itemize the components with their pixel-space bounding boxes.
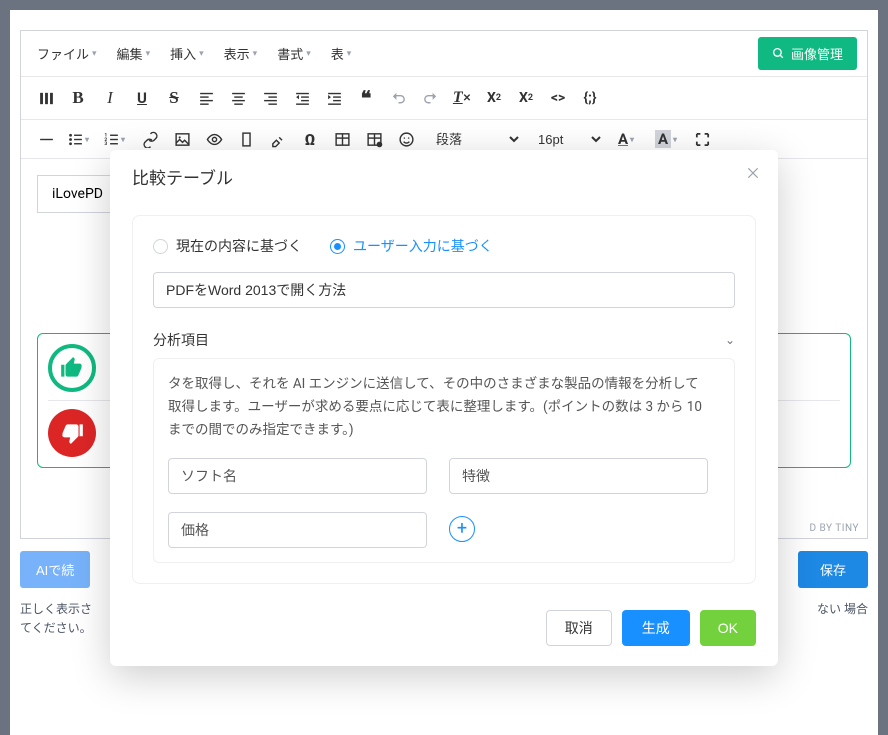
fontsize-select[interactable]: 16pt	[525, 126, 605, 153]
toolbar-row-1: B I U S ❝ T✕ X2 X2 <> {;}	[21, 77, 867, 120]
menu-view[interactable]: 表示▾	[218, 40, 264, 67]
thumbs-down-button[interactable]	[48, 409, 96, 457]
menu-insert[interactable]: 挿入▾	[164, 40, 210, 67]
strikethrough-button[interactable]: S	[159, 83, 189, 113]
superscript-button[interactable]: X2	[511, 83, 541, 113]
bold-button[interactable]: B	[63, 83, 93, 113]
chevron-down-icon: ⌄	[725, 333, 735, 347]
menu-format[interactable]: 書式▾	[271, 40, 317, 67]
menu-edit[interactable]: 編集▾	[111, 40, 157, 67]
align-left-button[interactable]	[191, 83, 221, 113]
ai-continue-button[interactable]: AIで続	[20, 551, 90, 588]
field-input-2[interactable]	[449, 458, 708, 494]
modal-header: 比較テーブル	[110, 150, 778, 203]
blockquote-button[interactable]: ❝	[351, 83, 381, 113]
subscript-button[interactable]: X2	[479, 83, 509, 113]
modal-footer: 取消 生成 OK	[110, 596, 778, 666]
save-button[interactable]: 保存	[798, 551, 868, 588]
align-center-button[interactable]	[223, 83, 253, 113]
analysis-section-header[interactable]: 分析項目 ⌄	[153, 330, 735, 350]
italic-button[interactable]: I	[95, 83, 125, 113]
cancel-button[interactable]: 取消	[546, 610, 612, 646]
radio-user-input[interactable]: ユーザー入力に基づく	[330, 236, 493, 256]
menu-file[interactable]: ファイル▾	[31, 40, 103, 67]
ok-button[interactable]: OK	[700, 610, 756, 646]
search-icon	[772, 47, 785, 60]
indent-button[interactable]	[319, 83, 349, 113]
undo-button[interactable]	[383, 83, 413, 113]
hr-button[interactable]	[31, 124, 61, 154]
bulleted-list-button[interactable]: ▾	[63, 124, 93, 154]
clear-format-button[interactable]: T✕	[447, 83, 477, 113]
thumbs-down-icon	[59, 420, 85, 446]
analysis-description: タを取得し、それを AI エンジンに送信して、その中のさまざまな製品の情報を分析…	[168, 373, 708, 442]
thumbs-up-icon	[59, 355, 85, 381]
outdent-button[interactable]	[287, 83, 317, 113]
field-input-3[interactable]	[168, 512, 427, 548]
redo-button[interactable]	[415, 83, 445, 113]
add-field-button[interactable]: +	[449, 516, 475, 542]
modal-title: 比較テーブル	[132, 169, 233, 189]
svg-text:3: 3	[104, 141, 107, 147]
code-block-button[interactable]: {;}	[575, 83, 605, 113]
paragraph-select[interactable]: 段落	[423, 126, 523, 153]
table-cell[interactable]: iLovePD	[37, 175, 118, 213]
topic-input[interactable]	[153, 272, 735, 308]
thumbs-up-button[interactable]	[48, 344, 96, 392]
radio-current-content[interactable]: 現在の内容に基づく	[153, 236, 302, 256]
comparison-table-modal: 比較テーブル 現在の内容に基づく ユーザー入力に基づく 分析項目 ⌄	[110, 150, 778, 666]
generate-button[interactable]: 生成	[622, 610, 690, 646]
heading-icon[interactable]	[31, 83, 61, 113]
align-right-button[interactable]	[255, 83, 285, 113]
code-button[interactable]: <>	[543, 83, 573, 113]
modal-close-button[interactable]	[746, 164, 760, 185]
menu-table[interactable]: 表▾	[325, 40, 358, 67]
analysis-box: タを取得し、それを AI エンジンに送信して、その中のさまざまな製品の情報を分析…	[153, 358, 735, 563]
image-manager-button[interactable]: 画像管理	[758, 37, 857, 70]
underline-button[interactable]: U	[127, 83, 157, 113]
menubar: ファイル▾ 編集▾ 挿入▾ 表示▾ 書式▾ 表▾ 画像管理	[21, 31, 867, 77]
close-icon	[746, 166, 760, 180]
field-input-1[interactable]	[168, 458, 427, 494]
plus-icon: +	[457, 518, 467, 539]
radio-group: 現在の内容に基づく ユーザー入力に基づく	[153, 236, 735, 256]
